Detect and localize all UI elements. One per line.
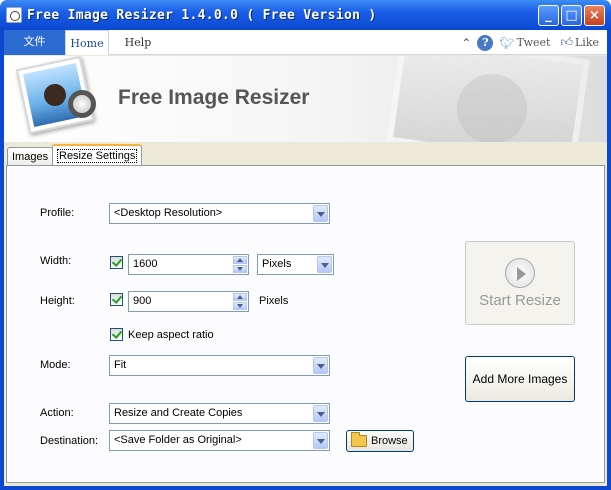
height-decrement-icon[interactable] <box>233 302 247 310</box>
thumbs-up-icon: 👍︎ <box>560 35 573 49</box>
width-unit-select[interactable]: Pixels <box>257 254 334 275</box>
banner-decoration <box>457 74 527 142</box>
profile-label: Profile: <box>40 207 75 219</box>
keep-aspect-checkbox[interactable] <box>110 328 123 341</box>
twitter-bird-icon: 🐦︎ <box>499 35 515 50</box>
maximize-button[interactable]: □ <box>561 5 582 26</box>
keep-aspect-label[interactable]: Keep aspect ratio <box>128 329 214 341</box>
tweet-label: Tweet <box>516 36 551 49</box>
chevron-down-icon[interactable] <box>313 205 328 222</box>
destination-select[interactable]: <Save Folder as Original> <box>109 430 330 451</box>
mode-select[interactable]: Fit <box>109 355 330 376</box>
app-icon[interactable] <box>6 7 22 23</box>
chevron-down-icon[interactable] <box>317 256 332 273</box>
height-increment-icon[interactable] <box>233 293 247 301</box>
app-title: Free Image Resizer <box>118 86 310 109</box>
like-button[interactable]: 👍︎ Like <box>560 35 599 50</box>
width-unit-value: Pixels <box>262 258 292 270</box>
height-stepper[interactable]: 900 <box>128 291 249 312</box>
width-decrement-icon[interactable] <box>233 265 247 273</box>
folder-icon <box>351 432 367 447</box>
width-increment-icon[interactable] <box>233 256 247 264</box>
destination-label: Destination: <box>40 435 99 447</box>
chevron-down-icon[interactable] <box>313 405 328 422</box>
width-stepper[interactable]: 1600 <box>128 254 249 275</box>
play-icon <box>505 258 535 288</box>
header-banner: Free Image Resizer <box>4 56 607 142</box>
tab-resize-settings[interactable]: Resize Settings <box>52 144 143 167</box>
help-icon[interactable]: ? <box>477 34 494 51</box>
action-select[interactable]: Resize and Create Copies <box>109 403 330 424</box>
tab-resize-settings-label: Resize Settings <box>57 149 138 163</box>
mode-select-value: Fit <box>114 359 127 371</box>
action-label: Action: <box>40 407 74 419</box>
width-label: Width: <box>40 255 72 267</box>
tweet-button[interactable]: 🐦︎ Tweet <box>499 36 550 50</box>
action-select-value: Resize and Create Copies <box>114 407 243 419</box>
minimize-button[interactable]: _ <box>538 5 559 26</box>
like-label: Like <box>575 36 599 49</box>
close-button[interactable]: × <box>584 5 605 26</box>
resize-settings-panel: Profile: <Desktop Resolution> Width: 160… <box>6 165 605 483</box>
collapse-ribbon-icon[interactable]: ⌃ <box>461 36 471 50</box>
tab-home[interactable]: Home <box>65 30 109 55</box>
add-more-images-button[interactable]: Add More Images <box>465 356 575 402</box>
height-value: 900 <box>133 295 152 307</box>
magnifier-icon <box>68 90 96 118</box>
title-bar[interactable]: Free Image Resizer 1.4.0.0 ( Free Versio… <box>0 0 611 30</box>
tab-images[interactable]: Images <box>7 147 54 167</box>
chevron-down-icon[interactable] <box>313 432 328 449</box>
window-title: Free Image Resizer 1.4.0.0 ( Free Versio… <box>27 8 377 23</box>
destination-select-value: <Save Folder as Original> <box>114 434 242 446</box>
chevron-down-icon[interactable] <box>313 357 328 374</box>
width-checkbox[interactable] <box>110 256 123 269</box>
start-resize-button[interactable]: Start Resize <box>465 241 575 325</box>
start-resize-label: Start Resize <box>479 292 561 309</box>
ribbon-actions: ⌃ ? 🐦︎ Tweet 👍︎ Like <box>461 30 599 55</box>
tab-help[interactable]: Help <box>116 30 160 55</box>
ribbon-tab-bar: 文件 Home Help ⌃ ? 🐦︎ Tweet 👍︎ Like <box>4 30 607 55</box>
width-value: 1600 <box>133 258 158 270</box>
profile-select-value: <Desktop Resolution> <box>114 207 223 219</box>
file-menu-tab[interactable]: 文件 <box>4 30 65 55</box>
height-unit-label: Pixels <box>259 295 289 307</box>
height-checkbox[interactable] <box>110 293 123 306</box>
height-label: Height: <box>40 295 75 307</box>
profile-select[interactable]: <Desktop Resolution> <box>109 203 330 224</box>
content-tab-bar: Images Resize Settings <box>4 142 607 167</box>
browse-label: Browse <box>371 435 408 447</box>
browse-button[interactable]: Browse <box>346 430 414 452</box>
mode-label: Mode: <box>40 359 71 371</box>
